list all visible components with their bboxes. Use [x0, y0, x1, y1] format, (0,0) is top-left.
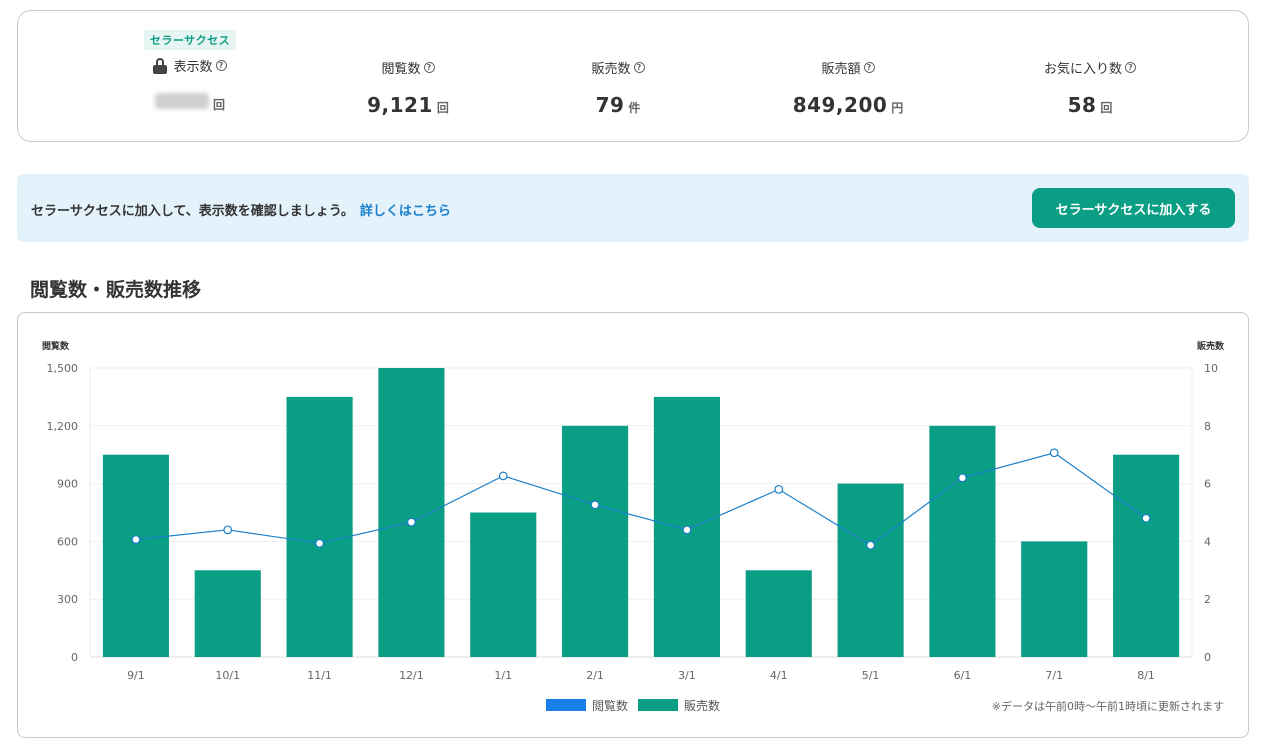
views-sales-chart: 03006009001,2001,5000246810閲覧数 販売数9/1 10/1…: [42, 340, 1225, 713]
views-point: [774, 484, 784, 494]
x-tick-label: 9/1: [127, 669, 145, 682]
legend-swatch-sales: [638, 699, 678, 711]
seller-success-banner: セラーサクセスに加入して、表示数を確認しましょう。 詳しくはこちら セラーサクセス…: [17, 174, 1249, 242]
stat-value: 9,121: [367, 93, 433, 117]
stat-unit: 件: [628, 101, 641, 115]
blurred-value: [154, 93, 209, 109]
stats-card: セラーサクセス 表示数 ? 回 閲覧数 ? 9,121 回 販売数 ? 79 件: [17, 10, 1249, 142]
sales-bar: [1113, 454, 1180, 657]
left-axis-title: 閲覧数: [42, 340, 70, 352]
stat-views: 閲覧数 ? 9,121 回: [308, 11, 508, 141]
left-tick-label: 1,500: [47, 362, 79, 375]
stat-label: 閲覧数: [381, 62, 421, 77]
views-point: [958, 473, 967, 483]
sales-bar: [378, 368, 445, 657]
views-point: [866, 540, 875, 550]
sales-bar: [745, 570, 812, 657]
sales-bar: [102, 454, 169, 657]
right-tick-label: 0: [1204, 651, 1211, 664]
x-tick-label: 6/1: [954, 669, 972, 682]
stat-sales-amount: 販売額 ? 849,200 円: [748, 11, 948, 141]
left-tick-label: 1,200: [47, 420, 79, 433]
views-point: [131, 535, 141, 544]
x-tick-label: 4/1: [770, 669, 788, 682]
stat-value: 79: [595, 93, 625, 117]
help-icon[interactable]: ?: [423, 62, 435, 73]
section-title: 閲覧数・販売数推移: [30, 279, 202, 301]
views-point: [315, 538, 324, 548]
stat-value: 849,200: [792, 93, 888, 117]
help-icon[interactable]: ?: [633, 62, 645, 73]
x-tick-label: 11/1: [307, 669, 332, 682]
right-tick-label: 2: [1204, 593, 1211, 606]
help-icon[interactable]: ?: [215, 60, 227, 71]
sales-bar: [194, 570, 261, 657]
legend-label-views: 閲覧数: [592, 698, 628, 713]
stat-unit: 回: [212, 98, 225, 112]
banner-message: セラーサクセスに加入して、表示数を確認しましょう。 詳しくはこちら: [31, 200, 451, 219]
x-tick-label: 3/1: [678, 669, 696, 682]
sales-bar: [837, 483, 904, 657]
right-tick-label: 4: [1204, 535, 1211, 548]
legend-label-sales: 販売数: [684, 698, 720, 713]
stat-unit: 回: [436, 101, 449, 115]
stat-unit: 回: [1100, 101, 1113, 115]
stat-label: 販売数: [591, 62, 631, 77]
views-point: [590, 500, 600, 510]
views-point: [1141, 513, 1151, 523]
left-tick-label: 0: [71, 651, 78, 664]
views-point: [682, 525, 692, 535]
update-footnote: ※データは午前0時〜午前1時頃に更新されます: [992, 699, 1224, 713]
sales-bar: [470, 512, 537, 657]
stat-label: お気に入り数: [1043, 62, 1122, 77]
x-tick-label: 10/1: [215, 669, 240, 682]
help-icon[interactable]: ?: [1125, 62, 1136, 73]
help-icon[interactable]: ?: [863, 62, 875, 73]
views-point: [223, 525, 233, 535]
chart-card: 0 300 600 900 1,200 1,500 0 2 4 6 8 10 閲覧数 販売数 9/1 10/1…: [17, 312, 1249, 738]
stat-label: 販売額: [821, 62, 861, 77]
sales-bar: [1021, 541, 1088, 657]
left-tick-label: 600: [57, 535, 78, 548]
sales-bar: [562, 425, 629, 657]
x-tick-label: 12/1: [399, 669, 424, 682]
seller-success-badge: セラーサクセス: [143, 30, 237, 50]
legend-swatch-views: [546, 699, 586, 711]
x-tick-label: 1/1: [494, 669, 512, 682]
views-point: [498, 471, 508, 481]
stat-favorites: お気に入り数 ? 58 回: [990, 11, 1190, 141]
x-tick-label: 2/1: [586, 669, 604, 682]
right-axis-title: 販売数: [1197, 340, 1225, 352]
right-tick-label: 8: [1204, 420, 1211, 433]
views-point: [1049, 448, 1059, 458]
left-tick-label: 300: [57, 593, 78, 606]
sales-bar: [286, 396, 353, 657]
x-tick-label: 8/1: [1137, 669, 1155, 682]
lock-icon: [153, 57, 168, 74]
stat-sales-count: 販売数 ? 79 件: [518, 11, 718, 141]
join-seller-success-button[interactable]: セラーサクセスに加入する: [1032, 188, 1235, 228]
sales-bar: [929, 425, 996, 657]
stat-label: 表示数: [173, 60, 213, 75]
details-link[interactable]: 詳しくはこちら: [360, 204, 451, 219]
right-tick-label: 6: [1204, 478, 1211, 491]
stat-unit: 円: [891, 101, 904, 115]
views-point: [407, 517, 416, 527]
x-tick-label: 7/1: [1045, 669, 1063, 682]
left-tick-label: 900: [57, 478, 78, 491]
x-tick-label: 5/1: [862, 669, 880, 682]
right-tick-label: 10: [1204, 362, 1218, 375]
banner-text: セラーサクセスに加入して、表示数を確認しましょう。: [31, 204, 354, 219]
stat-impressions: セラーサクセス 表示数 ? 回: [90, 11, 290, 141]
stat-value: 58: [1067, 93, 1097, 117]
